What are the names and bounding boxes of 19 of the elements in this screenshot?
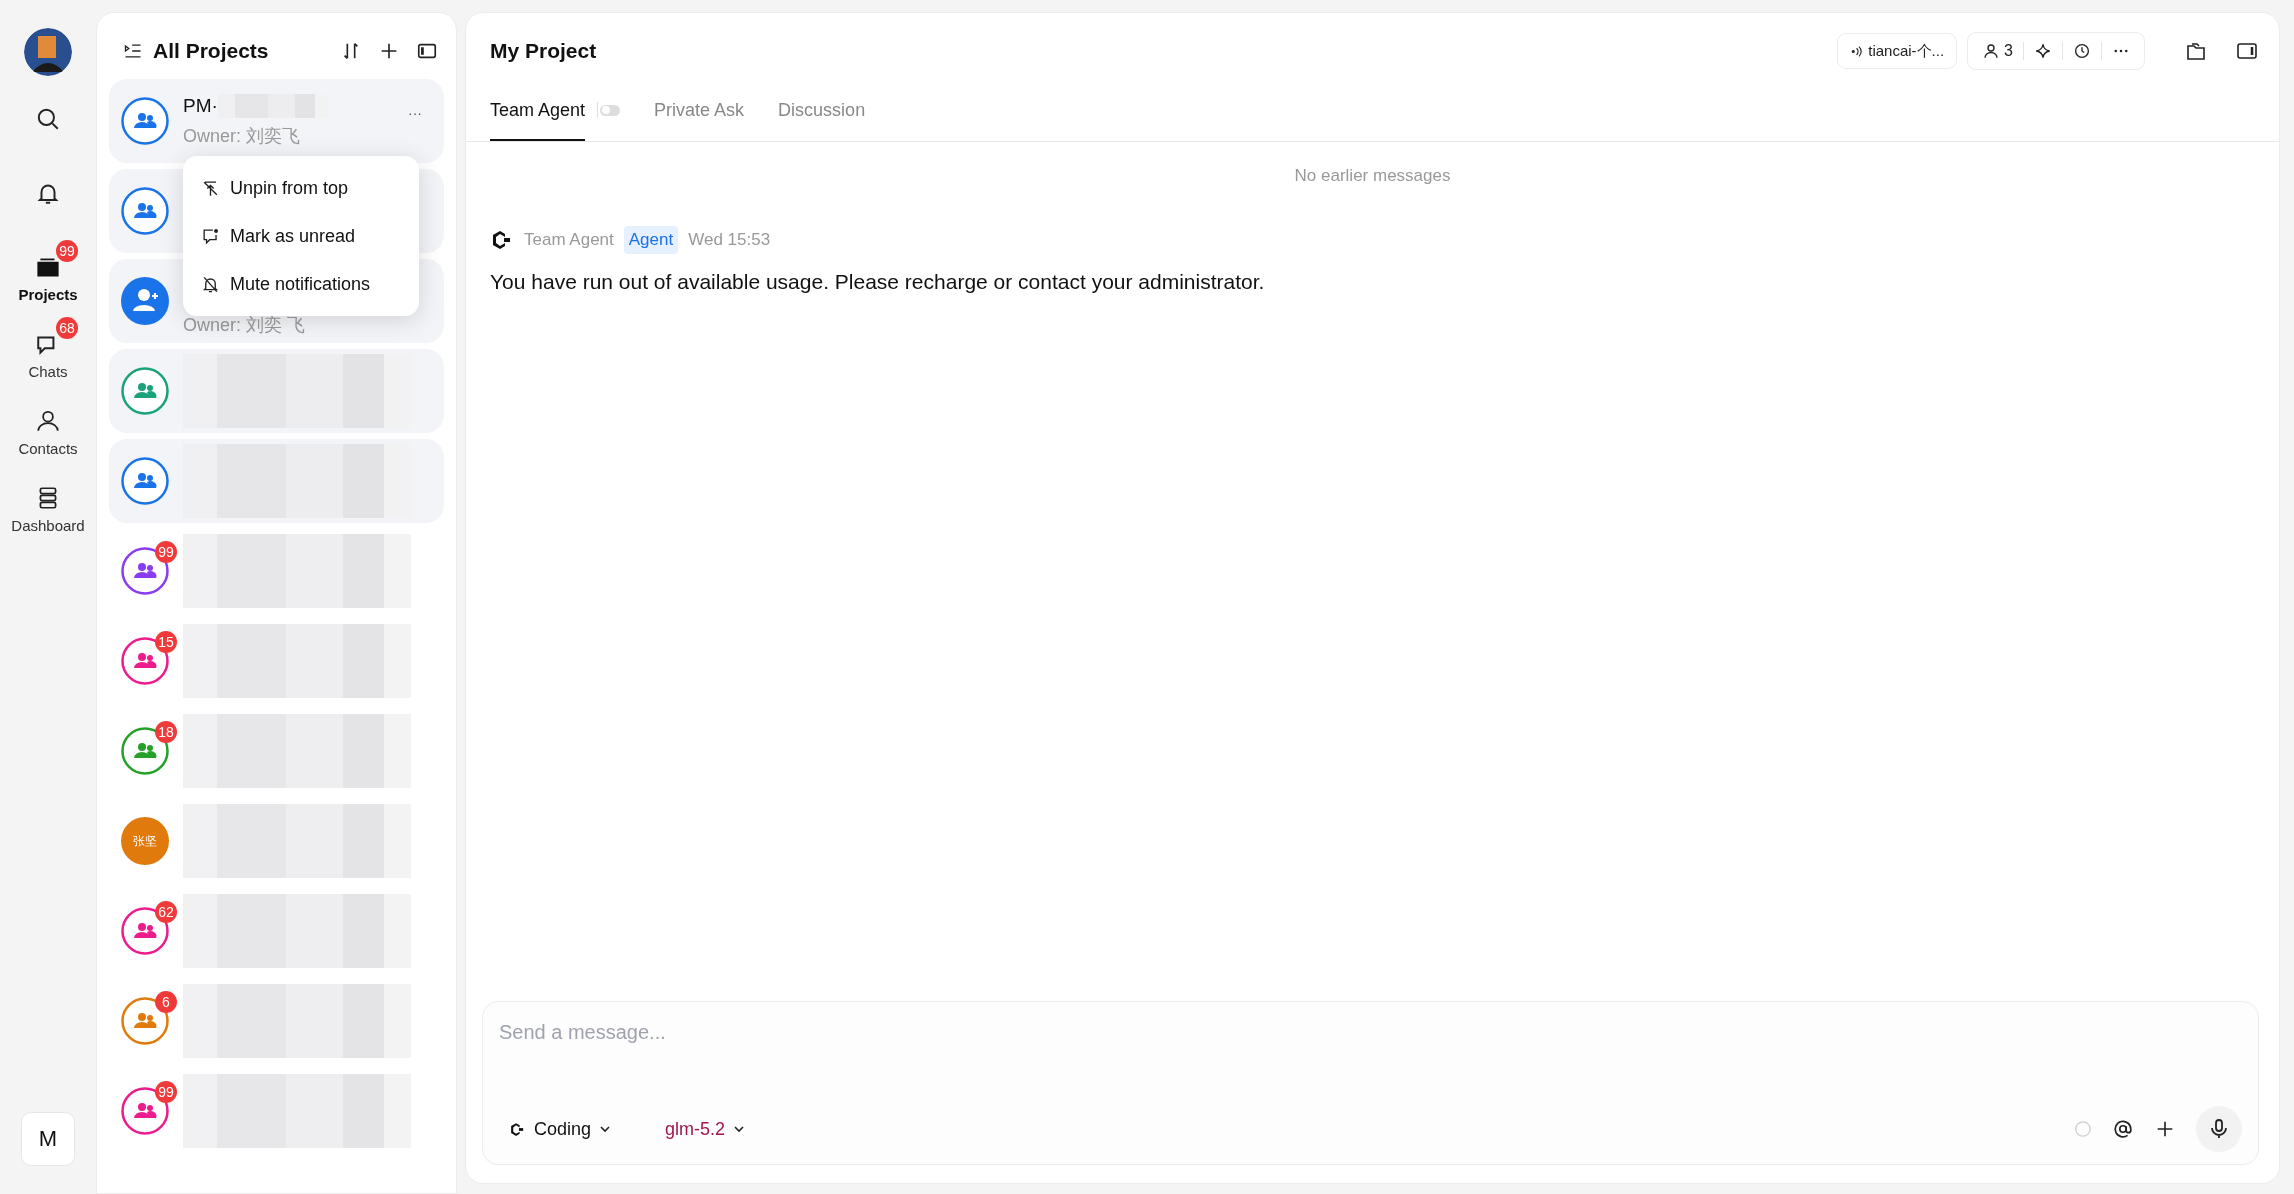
message-text: You have run out of available usage. Please recharge or contact your administrator. — [490, 270, 1266, 294]
project-owner: Owner: 刘奕飞 — [183, 125, 302, 148]
notice-text: No earlier messages — [1293, 166, 1452, 186]
project-owner: Owner: 刘奕 飞 — [183, 314, 306, 337]
unread-badge: 99 — [56, 240, 78, 262]
initials-avatar: 张坚 — [121, 817, 169, 865]
unread-badge: 68 — [56, 317, 78, 339]
message-time: Wed 15:53 — [688, 230, 771, 250]
unread-badge: 6 — [155, 991, 177, 1013]
sender-name: Team Agent — [524, 230, 614, 250]
list-title: All Projects — [153, 39, 269, 63]
unread-badge: 18 — [155, 721, 177, 743]
unread-badge: 15 — [155, 631, 177, 653]
unread-badge: 99 — [155, 1081, 177, 1103]
unread-badge: 62 — [155, 901, 177, 923]
agent-tag: Agent — [623, 226, 679, 254]
unread-badge: 99 — [155, 541, 177, 563]
project-title: PM· — [183, 95, 218, 117]
project-title: My Project — [490, 39, 597, 63]
